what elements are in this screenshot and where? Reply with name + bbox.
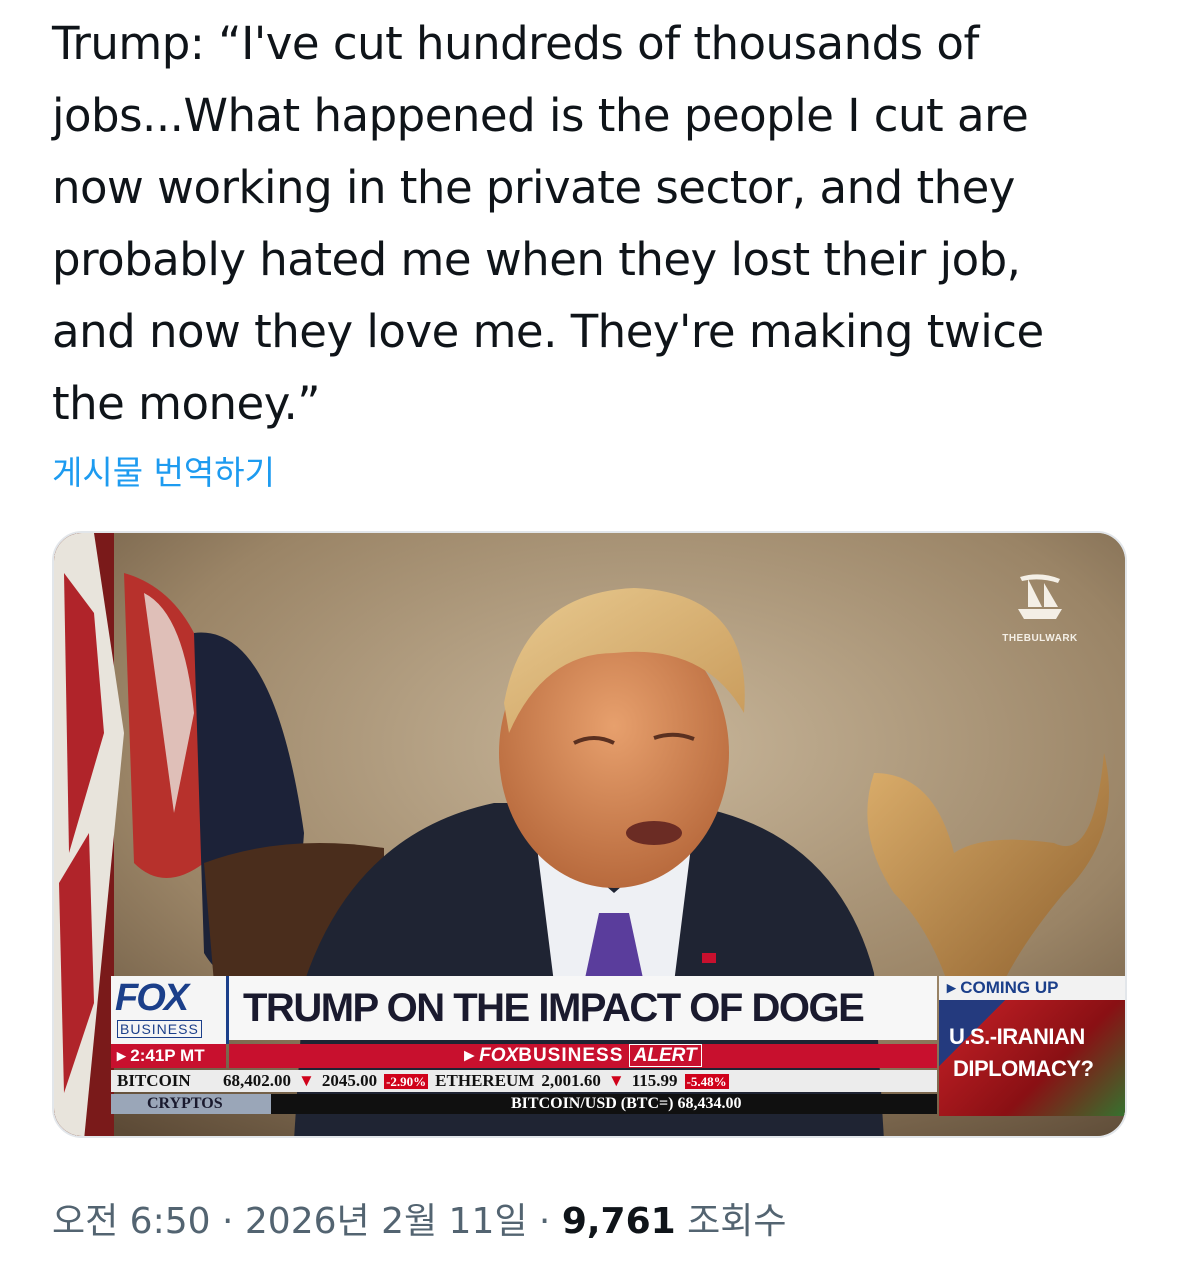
- cryptos-label: CRYPTOS: [111, 1094, 271, 1114]
- ticker-item: ▼: [607, 1071, 625, 1090]
- ticker-row-btc: CRYPTOS BITCOIN/USD (BTC=) 68,434.00: [111, 1094, 937, 1114]
- coming-up-line1: U.S.-IRANIAN: [949, 1024, 1085, 1049]
- fox-logo-text: FOX: [115, 977, 189, 1019]
- ticker-item: ▼: [298, 1071, 315, 1090]
- fox-business-alert-bar: ▸ FOXBUSINESS ALERT: [229, 1044, 937, 1068]
- ticker-items: 68,402.00 ▼ 2045.00 -2.90% ETHEREUM 2,001.60 ▼…: [223, 1071, 736, 1090]
- tweet-line: probably hated me when they lost their j…: [52, 233, 1021, 286]
- ticker-item: ETHEREUM: [435, 1071, 535, 1090]
- coming-up-label: ▸ COMING UP: [939, 976, 1125, 1000]
- chyron-headline-bar: TRUMP ON THE IMPACT OF DOGE: [229, 976, 937, 1040]
- tweet-line: jobs...What happened is the people I cut…: [52, 89, 1029, 142]
- tweet-line: the money.”: [52, 377, 321, 430]
- ticker-item: 115.99: [631, 1071, 678, 1090]
- tweet-text: Trump: “I've cut hundreds of thousands o…: [52, 8, 1132, 440]
- tweet-video[interactable]: THEBULWARK FOX BUSINESS TRUMP ON THE IMP…: [52, 531, 1127, 1138]
- ticker-item: 2,001.60: [541, 1071, 601, 1090]
- ship-logo-icon: [1018, 574, 1062, 619]
- watermark-text: THEBULWARK: [1002, 633, 1078, 644]
- separator-dot: ·: [538, 1201, 551, 1242]
- ticker-row-prices: BITCOIN 68,402.00 ▼ 2045.00 -2.90% ETHEREUM 2,…: [111, 1070, 937, 1092]
- post-date[interactable]: 2026년 2월 11일: [245, 1201, 528, 1242]
- ticker-item: -2.90%: [384, 1074, 429, 1089]
- alert-arrow: ▸: [464, 1045, 474, 1066]
- alert-fox: FOX: [479, 1045, 519, 1066]
- chyron-time: ▸ 2:41P MT: [111, 1044, 226, 1068]
- translate-post-link[interactable]: 게시물 번역하기: [52, 446, 275, 494]
- tweet-line: now working in the private sector, and t…: [52, 161, 1015, 214]
- business-logo-text: BUSINESS: [117, 1020, 202, 1038]
- bulwark-watermark: THEBULWARK: [995, 569, 1085, 644]
- tweet-line: Trump: “I've cut hundreds of thousands o…: [52, 17, 979, 70]
- ticker-item: 2045.00: [321, 1071, 378, 1090]
- tweet-line: and now they love me. They're making twi…: [52, 305, 1044, 358]
- alert-word: ALERT: [628, 1044, 702, 1067]
- coming-up-line2: DIPLOMACY?: [953, 1056, 1094, 1081]
- ticker-label: BITCOIN: [117, 1071, 191, 1090]
- view-count: 9,761: [561, 1201, 676, 1242]
- tweet-metadata: 오전 6:50 · 2026년 2월 11일 · 9,761 조회수: [52, 1192, 787, 1244]
- view-count-label: 조회수: [687, 1201, 787, 1242]
- separator-dot: ·: [221, 1201, 234, 1242]
- alert-business: BUSINESS: [518, 1045, 624, 1066]
- fox-business-logo: FOX BUSINESS: [111, 976, 229, 1044]
- btc-usd-ticker: BITCOIN/USD (BTC=) 68,434.00: [511, 1095, 742, 1112]
- post-time[interactable]: 오전 6:50: [52, 1201, 211, 1242]
- news-chyron: FOX BUSINESS TRUMP ON THE IMPACT OF DOGE…: [111, 976, 1125, 1116]
- ticker-item: 68,402.00: [223, 1071, 291, 1090]
- chyron-headline: TRUMP ON THE IMPACT OF DOGE: [243, 986, 865, 1030]
- coming-up-panel: ▸ COMING UP U.S.-IRANIAN DIPLOMACY?: [939, 976, 1125, 1116]
- ticker-item: -5.48%: [684, 1074, 729, 1089]
